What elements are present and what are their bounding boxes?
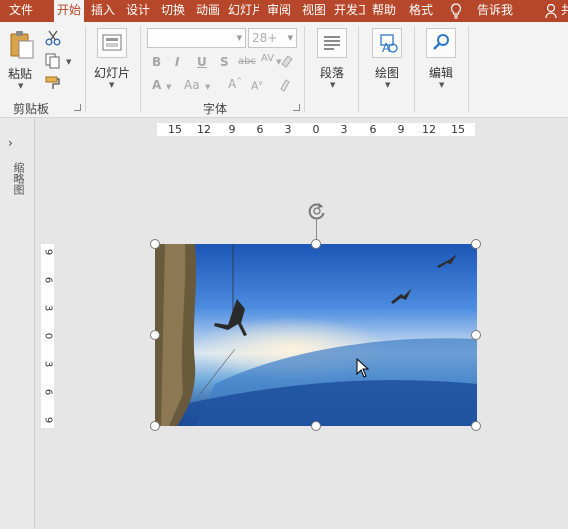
underline-icon[interactable]: U [197,55,207,69]
clipboard-group-label: 剪贴板 [13,102,50,116]
paragraph-label[interactable]: 段落 [320,64,344,81]
share-label[interactable]: 共享 [561,0,568,22]
ruler-tick-label: 12 [197,123,211,136]
paragraph-icon [324,36,340,50]
group-divider [414,26,415,112]
thumbnail-pane: › 缩略图 [0,118,35,529]
resize-handle-left[interactable] [150,330,160,340]
ruler-tick-label: 3 [284,123,292,136]
decrease-font-size-icon[interactable]: Av [251,79,263,93]
shapes-icon: A [380,34,398,55]
ruler-tick-label: 9 [397,123,405,136]
format-painter-icon[interactable] [45,76,61,90]
tab-help[interactable]: 帮助 [369,0,399,22]
font-size-value: 28+ [252,31,278,45]
thumbnail-pane-label[interactable]: 缩略图 [10,162,25,195]
ribbon: 粘贴 ▼ ▼ 剪贴板 幻灯片 ▼ ▼ 28+ ▼ B I U S abc AV [0,22,568,118]
copy-dropdown-icon[interactable]: ▼ [66,58,71,66]
resize-handle-bottom-left[interactable] [150,421,160,431]
chevron-down-icon[interactable]: ▼ [288,29,293,47]
mouse-cursor-icon [356,358,370,378]
resize-handle-top-right[interactable] [471,239,481,249]
tab-transitions[interactable]: 切换 [158,0,188,22]
italic-icon[interactable]: I [175,55,179,69]
chevron-down-icon[interactable]: ▼ [205,83,210,91]
slides-dropdown-icon[interactable]: ▼ [109,81,114,89]
tell-me-box[interactable]: 告诉我 [477,0,513,22]
ruler-tick-label: 6 [369,123,377,136]
editing-dropdown-icon[interactable]: ▼ [439,81,444,89]
ruler-tick-label: 15 [451,123,465,136]
paragraph-dropdown-icon[interactable]: ▼ [330,81,335,89]
drawing-dropdown-icon[interactable]: ▼ [385,81,390,89]
ruler-tick-label: 12 [422,123,436,136]
tab-animations[interactable]: 动画 [193,0,223,22]
horizontal-ruler: 15 12 9 6 3 0 3 6 9 12 15 [157,123,475,136]
tab-insert[interactable]: 插入 [88,0,118,22]
group-divider [468,26,469,112]
bold-icon[interactable]: B [152,55,161,69]
share-person-icon[interactable] [545,3,559,19]
increase-font-size-icon[interactable]: A^ [228,77,242,91]
new-slide-button[interactable] [97,28,127,58]
tab-view[interactable]: 视图 [299,0,329,22]
character-spacing-icon[interactable]: AV [261,53,274,64]
paragraph-button[interactable] [317,28,347,58]
copy-icon[interactable] [45,53,61,69]
ruler-tick-label: 6 [256,123,264,136]
tab-slideshow[interactable]: 幻灯片放映 [228,0,259,22]
resize-handle-top[interactable] [311,239,321,249]
group-divider [140,26,141,112]
tab-file[interactable]: 文件 [2,0,40,22]
ruler-tick-label: 0 [312,123,320,136]
paste-icon[interactable] [9,30,35,60]
ribbon-tab-bar: 文件 开始 插入 设计 切换 动画 幻灯片放映 审阅 视图 开发工具 帮助 格式… [0,0,568,23]
selected-picture[interactable] [155,244,477,426]
font-size-combo[interactable]: 28+ ▼ [248,28,297,48]
group-divider [85,26,86,112]
font-name-combo[interactable]: ▼ [147,28,246,48]
chevron-down-icon[interactable]: ▼ [166,83,171,91]
clipboard-launcher-icon[interactable] [74,104,81,111]
ruler-tick-label: 3 [340,123,348,136]
paste-dropdown-icon[interactable]: ▼ [18,82,23,90]
search-icon [433,34,449,50]
editing-button[interactable] [426,28,456,58]
highlight-icon[interactable] [278,78,292,92]
font-launcher-icon[interactable] [293,104,300,111]
group-divider [304,26,305,112]
tab-format[interactable]: 格式 [405,0,437,22]
tab-home[interactable]: 开始 [54,0,84,23]
chevron-down-icon[interactable]: ▼ [237,29,242,47]
resize-handle-top-left[interactable] [150,239,160,249]
resize-handle-right[interactable] [471,330,481,340]
font-group-label: 字体 [203,102,228,116]
ruler-tick-label: 15 [168,123,182,136]
change-case-icon[interactable]: Aa [184,78,200,92]
slide-layout-icon [102,34,122,51]
climber-photo [155,244,477,426]
expand-pane-icon[interactable]: › [8,136,13,150]
tab-design[interactable]: 设计 [123,0,153,22]
group-divider [358,26,359,112]
cut-icon[interactable] [45,30,61,46]
rotate-handle-icon[interactable] [306,200,328,222]
drawing-label[interactable]: 绘图 [375,64,399,81]
font-color-icon[interactable]: A [152,78,161,92]
strikethrough-icon[interactable]: abc [238,56,256,67]
tab-review[interactable]: 审阅 [264,0,294,22]
paste-button[interactable]: 粘贴 [8,65,32,82]
text-shadow-icon[interactable]: S [220,55,229,69]
clear-formatting-icon[interactable] [280,54,294,68]
resize-handle-bottom[interactable] [311,421,321,431]
drawing-button[interactable]: A [372,28,402,58]
editing-label[interactable]: 编辑 [429,64,453,81]
resize-handle-bottom-right[interactable] [471,421,481,431]
lightbulb-icon [450,3,462,19]
ruler-tick-label: 9 [228,123,236,136]
tab-developer[interactable]: 开发工具 [334,0,365,22]
slides-label[interactable]: 幻灯片 [94,64,130,81]
